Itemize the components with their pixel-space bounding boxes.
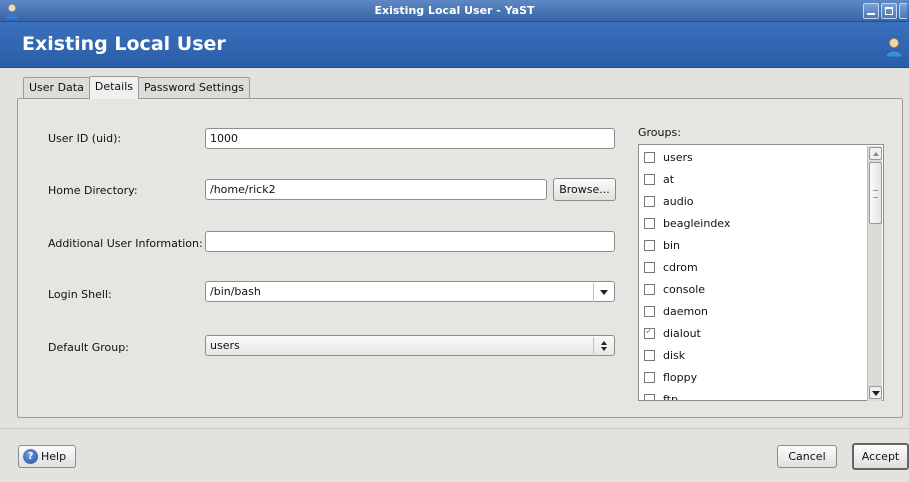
checkbox[interactable] xyxy=(644,151,655,163)
home-directory-input[interactable] xyxy=(205,179,547,200)
checkbox[interactable] xyxy=(644,393,655,400)
help-icon: ? xyxy=(23,449,38,464)
details-panel: User ID (uid): Home Directory: Browse...… xyxy=(17,98,903,418)
tab-bar: User Data Details Password Settings xyxy=(23,76,250,99)
help-button[interactable]: ? Help xyxy=(18,445,76,468)
dialog-header: Existing Local User xyxy=(0,22,909,68)
checkbox-checked[interactable] xyxy=(644,326,655,339)
checkbox[interactable] xyxy=(644,371,655,383)
default-group-select[interactable]: users xyxy=(205,335,615,356)
checkbox[interactable] xyxy=(644,261,655,273)
list-item[interactable]: disk xyxy=(644,345,685,365)
accept-button[interactable]: Accept xyxy=(852,443,909,470)
tab-user-data[interactable]: User Data xyxy=(23,77,90,99)
additional-info-label: Additional User Information: xyxy=(48,237,203,250)
list-item[interactable]: audio xyxy=(644,191,693,211)
title-bar[interactable]: Existing Local User - YaST xyxy=(0,0,909,22)
groups-list[interactable]: users at audio beagleindex bin cdrom con… xyxy=(638,144,884,401)
uid-input[interactable] xyxy=(205,128,615,149)
list-item[interactable]: beagleindex xyxy=(644,213,730,233)
scroll-up-icon[interactable] xyxy=(869,147,882,160)
list-item[interactable]: users xyxy=(644,147,693,167)
list-item[interactable]: at xyxy=(644,169,674,189)
minimize-button[interactable] xyxy=(863,3,879,19)
tab-details[interactable]: Details xyxy=(88,76,139,99)
checkbox[interactable] xyxy=(644,173,655,185)
dialog-heading: Existing Local User xyxy=(22,33,226,55)
checkbox[interactable] xyxy=(644,217,655,229)
window-title: Existing Local User - YaST xyxy=(374,4,535,17)
list-item[interactable]: bin xyxy=(644,235,680,255)
list-item[interactable]: cdrom xyxy=(644,257,698,277)
checkbox[interactable] xyxy=(644,305,655,317)
list-item[interactable]: floppy xyxy=(644,367,697,387)
separator xyxy=(0,428,909,429)
groups-scrollbar[interactable] xyxy=(867,146,882,401)
tab-password-settings[interactable]: Password Settings xyxy=(137,77,250,99)
list-item[interactable]: daemon xyxy=(644,301,708,321)
browse-button[interactable]: Browse... xyxy=(553,178,616,201)
uid-label: User ID (uid): xyxy=(48,132,122,145)
user-icon xyxy=(885,38,903,57)
home-directory-label: Home Directory: xyxy=(48,184,138,197)
close-button[interactable] xyxy=(899,3,907,19)
list-item[interactable]: ftp xyxy=(644,389,678,400)
default-group-label: Default Group: xyxy=(48,341,129,354)
login-shell-combo[interactable]: /bin/bash xyxy=(205,281,615,302)
updown-arrow-icon[interactable] xyxy=(593,337,613,356)
maximize-button[interactable] xyxy=(881,3,897,19)
additional-info-input[interactable] xyxy=(205,231,615,252)
chevron-down-icon[interactable] xyxy=(593,283,613,302)
cancel-button[interactable]: Cancel xyxy=(777,445,837,468)
checkbox[interactable] xyxy=(644,283,655,295)
checkbox[interactable] xyxy=(644,349,655,361)
groups-label: Groups: xyxy=(638,126,681,139)
default-group-value: users xyxy=(210,339,240,352)
scrollbar-thumb[interactable] xyxy=(869,162,882,224)
scroll-down-icon[interactable] xyxy=(869,386,882,399)
checkbox[interactable] xyxy=(644,195,655,207)
login-shell-label: Login Shell: xyxy=(48,288,112,301)
list-item[interactable]: console xyxy=(644,279,705,299)
login-shell-value: /bin/bash xyxy=(210,285,261,298)
checkbox[interactable] xyxy=(644,239,655,251)
list-item[interactable]: dialout xyxy=(644,323,701,343)
